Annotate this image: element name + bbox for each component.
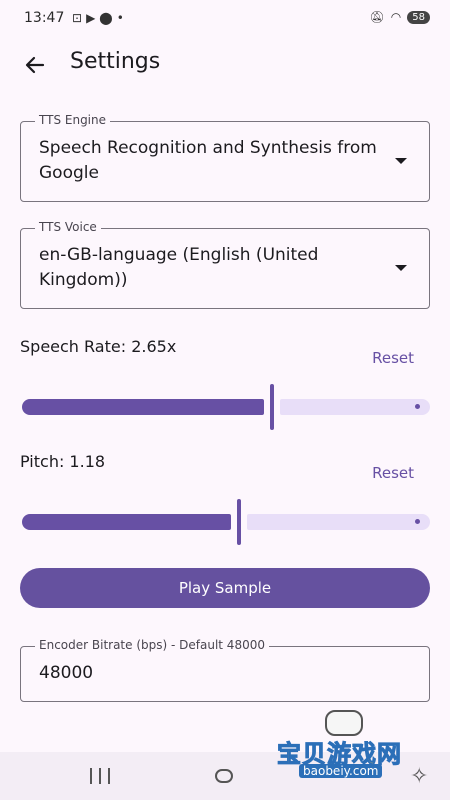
slider-inactive-track <box>247 514 430 530</box>
app-bar: Settings <box>0 36 450 92</box>
encoder-bitrate-value: 48000 <box>39 663 94 683</box>
tts-engine-dropdown[interactable]: TTS Engine Speech Recognition and Synthe… <box>20 113 430 202</box>
pitch-reset-button[interactable]: Reset <box>372 464 414 482</box>
status-bar: 13:47 ⊡▶⬤• 🔕︎ ◠ 58 <box>0 0 450 36</box>
watermark-url: baobeiy.com <box>299 764 383 778</box>
encoder-bitrate-label: Encoder Bitrate (bps) - Default 48000 <box>35 638 269 652</box>
slider-active-track <box>22 399 264 415</box>
recent-apps-button[interactable] <box>90 768 110 784</box>
dropdown-arrow-icon <box>395 158 407 164</box>
speech-rate-slider[interactable] <box>20 384 430 430</box>
battery-indicator: 58 <box>407 10 430 24</box>
pitch-label: Pitch: 1.18 <box>20 452 106 471</box>
slider-inactive-track <box>280 399 430 415</box>
speech-rate-reset-button[interactable]: Reset <box>372 349 414 367</box>
tts-voice-value: en-GB-language (English (United Kingdom)… <box>39 245 319 290</box>
wifi-icon: ◠ <box>390 10 402 24</box>
location-icon: ⬤ <box>99 11 117 25</box>
status-right-icons: 🔕︎ ◠ 58 <box>370 10 430 24</box>
pitch-slider[interactable] <box>20 499 430 545</box>
play-icon: ▶ <box>86 11 100 25</box>
mute-icon: 🔕︎ <box>369 10 385 24</box>
slider-thumb[interactable] <box>270 384 274 430</box>
status-left-icons: ⊡▶⬤• <box>72 11 128 25</box>
screenshot-icon: ⊡ <box>72 11 87 25</box>
speech-rate-label: Speech Rate: 2.65x <box>20 337 177 356</box>
page-title: Settings <box>70 49 161 74</box>
tts-voice-dropdown[interactable]: TTS Voice en-GB-language (English (Unite… <box>20 220 430 309</box>
encoder-bitrate-field[interactable]: Encoder Bitrate (bps) - Default 48000 48… <box>20 638 430 702</box>
slider-thumb[interactable] <box>237 499 241 545</box>
arrow-back-icon <box>25 56 45 74</box>
back-button[interactable] <box>18 48 52 82</box>
tts-voice-label: TTS Voice <box>35 220 101 234</box>
watermark: 宝贝游戏网 baobeiy.com <box>277 710 427 778</box>
gamepad-logo-icon <box>325 710 363 736</box>
dropdown-arrow-icon <box>395 265 407 271</box>
tts-engine-label: TTS Engine <box>35 113 111 127</box>
slider-stop-indicator <box>415 404 420 409</box>
slider-stop-indicator <box>415 519 420 524</box>
dot-icon: • <box>116 11 128 25</box>
status-time: 13:47 <box>24 10 65 26</box>
home-button[interactable] <box>215 769 233 783</box>
tts-engine-value: Speech Recognition and Synthesis from Go… <box>39 138 377 183</box>
play-sample-button[interactable]: Play Sample <box>20 568 430 608</box>
slider-active-track <box>22 514 231 530</box>
